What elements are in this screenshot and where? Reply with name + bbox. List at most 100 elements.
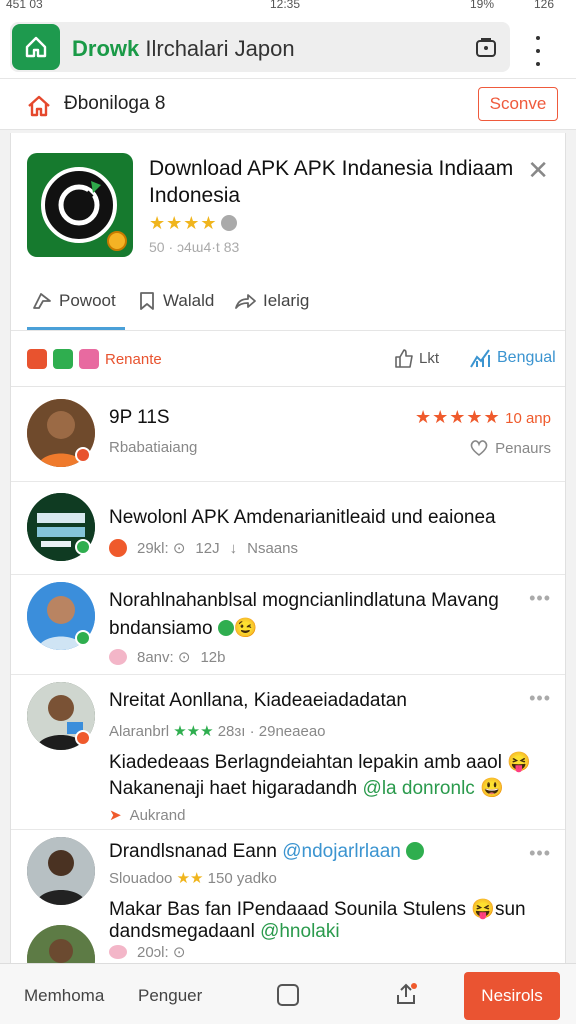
post-title-line2: bndansiamo 😉: [109, 616, 257, 640]
post-title[interactable]: Nreitat Aonllana, Kiadeaeiadadatan: [109, 690, 407, 712]
house-icon[interactable]: [26, 93, 52, 119]
green-app-icon: [53, 349, 73, 369]
post-meta-2: 12J: [195, 539, 220, 557]
post-item[interactable]: Nreitat Aonllana, Kiadeaeiadadatan Alara…: [11, 678, 565, 828]
home-button[interactable]: [12, 24, 60, 70]
overflow-menu-icon[interactable]: [530, 36, 546, 66]
more-options-icon[interactable]: •••: [529, 588, 551, 609]
heart-icon: [470, 440, 488, 457]
nav-item-penguer[interactable]: Penguer: [138, 986, 202, 1006]
share-label: Bengual: [497, 349, 556, 366]
user-name: 9P 11S: [109, 407, 170, 428]
divider: [11, 574, 565, 575]
post-item[interactable]: Norahlnahanblsal mogncianlindlatuna Mava…: [11, 578, 565, 674]
avatar[interactable]: [27, 837, 95, 905]
post-meta: 8anv: ⊙ 12b: [109, 648, 225, 666]
more-options-icon[interactable]: •••: [529, 843, 551, 864]
status-dot: [75, 539, 91, 555]
bottom-nav: Memhoma Penguer Nesirols: [0, 963, 576, 1024]
status-battery: 19%: [470, 0, 495, 11]
site-label[interactable]: Ɖboniloga 8: [64, 93, 165, 115]
status-dot: [75, 630, 91, 646]
heart-icon: [109, 945, 127, 959]
close-icon[interactable]: ✕: [527, 157, 549, 183]
tab-label: Walald: [163, 291, 215, 310]
app-card: Download APK APK Indanesia Indiaam Indon…: [10, 133, 566, 963]
signup-button[interactable]: Sconve: [478, 87, 558, 121]
status-time: 12:35: [270, 0, 301, 11]
post-title-cont: bndansiamo: [109, 618, 213, 639]
status-dot: [75, 447, 91, 463]
post-body-line2: Nakanenaji haet higaradandh @la donronlc…: [109, 776, 504, 800]
url-site-name: Drowk: [72, 36, 140, 61]
post-body-end: sun: [494, 899, 526, 920]
post-meta-1: 8anv: ⊙: [137, 649, 191, 666]
top-user-row[interactable]: 9P 11S Rbabatiaiang ★★★★★ 10 anp Penaurs: [11, 391, 565, 481]
app-icon: [27, 153, 133, 257]
post-title[interactable]: Norahlnahanblsal mogncianlindlatuna Mava…: [109, 590, 499, 612]
post-meta: 29kl: ⊙ 12J ↓ Nsaans: [109, 539, 298, 557]
rating-stars: ★★★★: [149, 213, 218, 233]
mention-link[interactable]: @ndojarlrlaan: [282, 841, 401, 862]
app-title: Download APK APK Indanesia Indiaam Indon…: [149, 157, 514, 207]
tab-walald[interactable]: Walald: [137, 291, 214, 311]
heart-icon: [109, 649, 127, 665]
address-bar[interactable]: Drowk Ilrchalari Japon: [10, 22, 510, 72]
follow-button[interactable]: Penaurs: [469, 439, 551, 457]
follow-label: Penaurs: [495, 439, 551, 457]
post-title[interactable]: Drandlsnanad Eann: [109, 841, 277, 862]
tabs-icon[interactable]: [474, 35, 498, 64]
down-arrow-icon: ↓: [229, 539, 238, 557]
replies-button[interactable]: Nesirols: [464, 972, 560, 1020]
site-header: Ɖboniloga 8 Sconve: [0, 78, 576, 130]
status-right: 126: [534, 0, 555, 11]
tab-label: Powoot: [59, 291, 116, 310]
url-path: Ilrchalari Japon: [145, 36, 295, 61]
post-sub-meta: 28ɜı · 29neaeao: [217, 723, 326, 740]
status-dot: [75, 730, 91, 746]
rating-stars: ★★: [176, 870, 204, 887]
emoji-icon: 😃: [480, 778, 504, 799]
post-item[interactable]: Newolonl APK Amdenarianitleaid und eaion…: [11, 485, 565, 573]
arrow-icon: ➤: [109, 807, 122, 824]
post-title-line: Drandlsnanad Eann @ndojarlrlaan: [109, 841, 425, 863]
more-options-icon[interactable]: •••: [529, 688, 551, 709]
post-body-line1: Makar Bas fan IPendaaad Sounila Stulens …: [109, 897, 526, 921]
pink-app-icon: [79, 349, 99, 369]
verified-icon: [217, 620, 234, 636]
tab-powoot[interactable]: Powoot: [31, 291, 116, 311]
post-meta-1: 20ɔl: ⊙: [137, 944, 186, 961]
home-icon: [25, 36, 47, 58]
mention-link[interactable]: @hnolaki: [260, 921, 340, 942]
tab-ielarig[interactable]: Ielarig: [233, 291, 309, 311]
post-action[interactable]: ➤ Aukrand: [109, 806, 186, 825]
share-icon[interactable]: [394, 981, 418, 1007]
status-left: 451 03: [6, 0, 43, 11]
emoji-icon: 😝: [471, 899, 495, 920]
share-button[interactable]: Bengual: [469, 347, 556, 369]
user-rating: ★★★★★ 10 anp: [415, 407, 551, 428]
post-meta-2: 12b: [200, 648, 226, 666]
post-sub: Alaranbrl ★★★ 28ɜı · 29neaeao: [109, 722, 326, 740]
post-body-text: dandsmegadaanl: [109, 921, 255, 942]
browser-toolbar: Drowk Ilrchalari Japon: [0, 14, 576, 78]
action-row: Renante Lkt Bengual: [11, 333, 565, 387]
square-icon[interactable]: [276, 983, 300, 1007]
nav-item-memhoma[interactable]: Memhoma: [24, 986, 104, 1006]
action-left[interactable]: Renante: [27, 349, 162, 369]
verified-icon: [406, 842, 425, 860]
rating-stars: ★★★★★: [414, 407, 501, 427]
like-button[interactable]: Lkt: [393, 347, 439, 369]
like-icon: [395, 349, 413, 368]
divider: [11, 829, 565, 830]
post-item[interactable]: Drandlsnanad Eann @ndojarlrlaan Slouadoo…: [11, 833, 565, 963]
post-meta-3: Nsaans: [247, 539, 298, 557]
post-body-line2: dandsmegadaanl @hnolaki: [109, 921, 340, 943]
mention-link[interactable]: @la donronlc: [363, 778, 475, 799]
status-bar: 451 03 12:35 19% 126: [0, 0, 576, 14]
post-body-text: Nakanenaji haet higaradandh: [109, 778, 358, 799]
post-title[interactable]: Newolonl APK Amdenarianitleaid und eaion…: [109, 507, 496, 529]
post-body-text: Kiadedeaas Berlagndeiahtan lepakin amb a…: [109, 752, 502, 773]
post-action-label: Aukrand: [129, 806, 186, 824]
post-body-line1: Kiadedeaas Berlagndeiahtan lepakin amb a…: [109, 750, 531, 774]
